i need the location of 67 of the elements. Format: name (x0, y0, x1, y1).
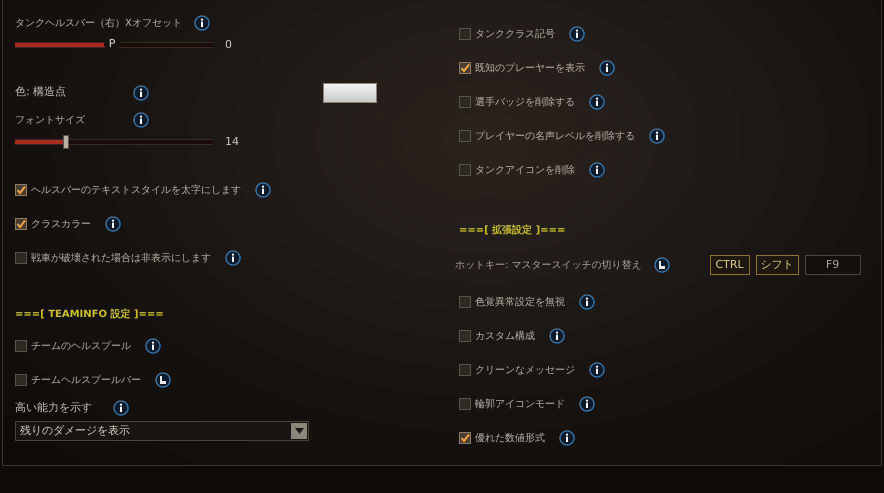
checkbox[interactable] (459, 28, 471, 40)
checkbox[interactable] (459, 364, 471, 376)
info-icon[interactable] (649, 128, 665, 144)
checkbox[interactable] (459, 330, 471, 342)
info-icon[interactable] (549, 328, 565, 344)
slider-value: 0 (225, 37, 232, 53)
color-swatch[interactable] (323, 82, 377, 102)
checkbox-label: チームのヘルスプール (31, 340, 131, 354)
caret-icon (291, 423, 307, 439)
checkbox[interactable] (459, 398, 471, 410)
dropdown[interactable]: 残りのダメージを表示 (15, 421, 309, 441)
checkbox[interactable] (15, 340, 27, 352)
checkbox-label: ヘルスバーのテキストスタイルを太字にします (31, 184, 241, 198)
checkbox-label: 優れた数値形式 (475, 432, 545, 446)
info-icon[interactable] (589, 94, 605, 110)
info-icon[interactable] (579, 396, 595, 412)
checkbox[interactable] (459, 96, 471, 108)
checkbox-label: 選手バッジを削除する (475, 96, 575, 110)
checkbox-label: タンクアイコンを削除 (475, 164, 575, 178)
glyph-icon[interactable] (654, 257, 670, 273)
setting-label: 色: 構造点 (15, 84, 68, 100)
checkbox[interactable] (15, 374, 27, 386)
checkbox[interactable] (15, 184, 27, 196)
setting-label: フォントサイズ (15, 114, 86, 128)
dropdown-value: 残りのダメージを表示 (20, 422, 130, 439)
info-icon[interactable] (559, 430, 575, 446)
info-icon[interactable] (255, 182, 271, 198)
section-header: ===[ TEAMINFO 設定 ]=== (15, 307, 164, 322)
checkbox[interactable] (459, 62, 471, 74)
info-icon[interactable] (133, 112, 149, 128)
checkbox[interactable] (459, 164, 471, 176)
info-icon[interactable] (599, 60, 615, 76)
checkbox[interactable] (15, 252, 27, 264)
info-icon[interactable] (194, 15, 210, 31)
checkbox[interactable] (459, 296, 471, 308)
checkbox[interactable] (15, 218, 27, 230)
info-icon[interactable] (589, 162, 605, 178)
checkbox-label: タンククラス記号 (475, 28, 555, 42)
checkbox-label: 色覚異常設定を無視 (475, 296, 565, 310)
checkbox-label: 既知のプレーヤーを表示 (475, 62, 585, 76)
hotkey-label: ホットキー: マスタースイッチの切り替え (455, 258, 642, 272)
info-icon[interactable] (589, 362, 605, 378)
slider-thumb[interactable] (63, 135, 70, 149)
info-icon[interactable] (579, 294, 595, 310)
setting-label: 高い能力を示す (15, 400, 93, 416)
checkbox-label: カスタム構成 (475, 330, 535, 344)
checkbox-label: クラスカラー (31, 218, 91, 232)
info-icon[interactable] (145, 338, 161, 354)
hotkey-key[interactable]: CTRL (710, 255, 750, 275)
checkbox-label: 輪郭アイコンモード (475, 398, 565, 412)
checkbox[interactable] (459, 432, 471, 444)
checkbox-label: クリーンなメッセージ (475, 364, 575, 378)
checkbox-label: プレイヤーの名声レベルを削除する (475, 130, 635, 144)
info-icon[interactable] (569, 26, 585, 42)
info-icon[interactable] (105, 216, 121, 232)
section-header: ===[ 拡張設定 ]=== (459, 223, 566, 238)
slider-value: 14 (225, 134, 239, 150)
info-icon[interactable] (133, 84, 149, 100)
info-icon[interactable] (225, 250, 241, 266)
checkbox[interactable] (459, 130, 471, 142)
setting-label: タンクヘルスバー（右）Xオフセット (15, 16, 182, 30)
hotkey-key[interactable]: F9 (804, 255, 861, 275)
info-icon[interactable] (113, 400, 129, 416)
glyph-icon[interactable] (155, 372, 171, 388)
checkbox-label: チームヘルスプールバー (31, 374, 141, 388)
checkbox-label: 戦車が破壊された場合は非表示にします (31, 252, 211, 266)
hotkey-key[interactable]: シフト (756, 255, 799, 275)
